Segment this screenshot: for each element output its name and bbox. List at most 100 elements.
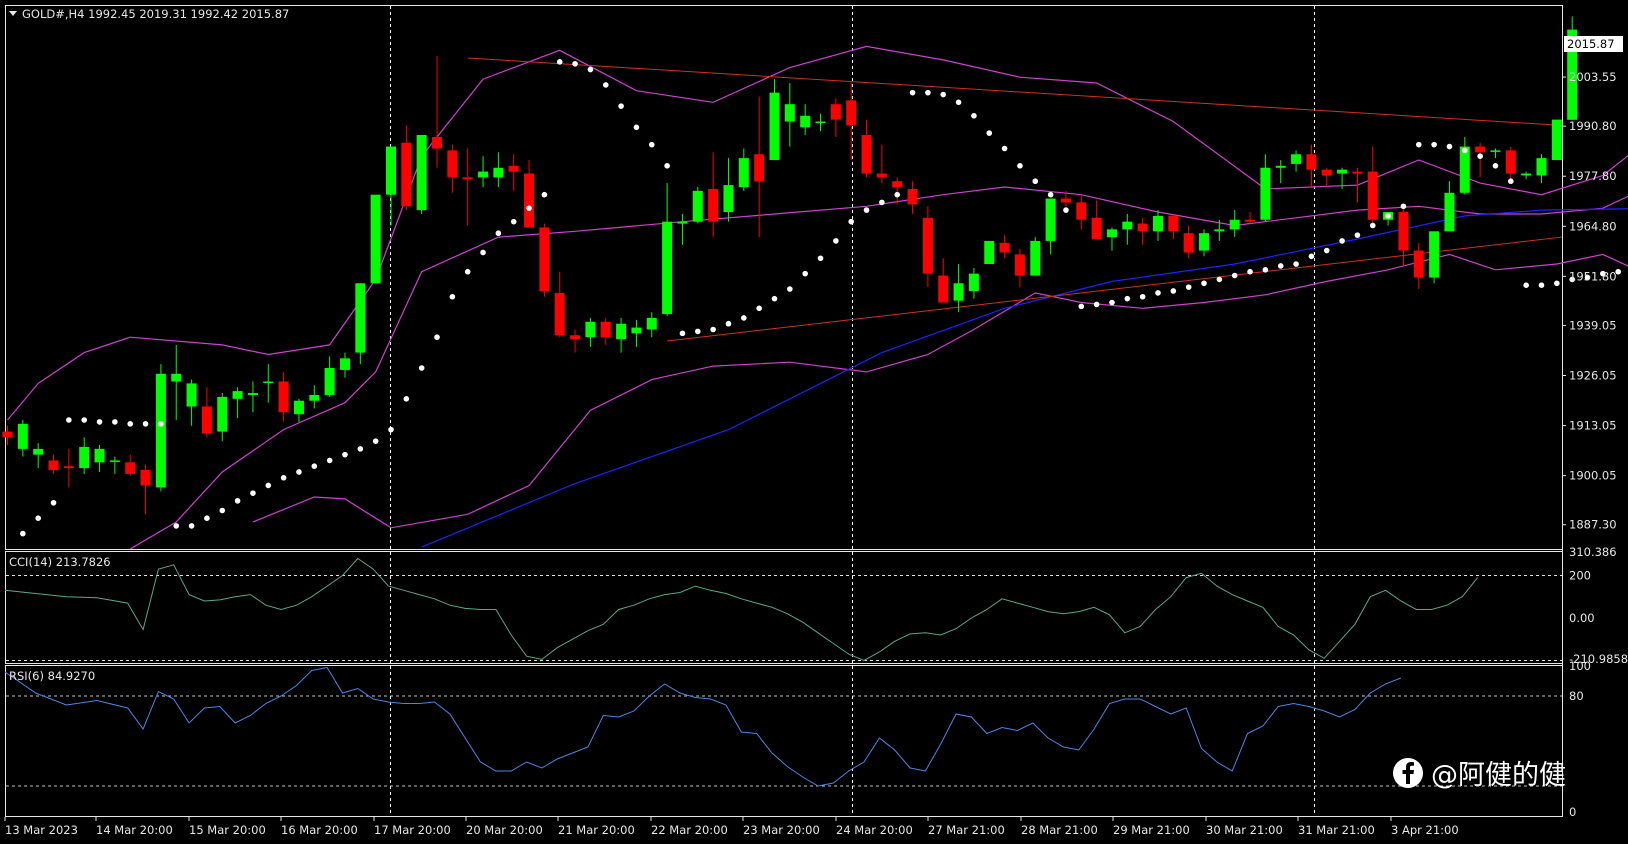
sar-dot — [1385, 213, 1391, 219]
sar-dot — [971, 112, 977, 119]
sar-dot — [1124, 295, 1131, 302]
time-label: 17 Mar 20:00 — [374, 823, 451, 837]
candle-body — [1306, 154, 1317, 170]
sar-dot — [1017, 163, 1023, 169]
candle-body — [646, 317, 657, 330]
candle-body — [247, 393, 258, 395]
candle-body — [784, 104, 795, 122]
candle-body — [1122, 221, 1133, 230]
candle-body — [1076, 202, 1087, 220]
sar-dot — [1001, 145, 1008, 152]
sar-dot — [695, 328, 701, 335]
candle-body — [1060, 198, 1071, 203]
time-label: 15 Mar 20:00 — [189, 823, 266, 837]
sar-dot — [326, 457, 333, 464]
sar-dot — [863, 207, 870, 213]
sar-dot — [280, 474, 287, 481]
candle-body — [217, 396, 228, 432]
sar-dot — [1231, 272, 1238, 279]
candle-body — [186, 383, 197, 407]
candle-body — [1321, 169, 1332, 176]
candle-body — [1091, 217, 1102, 239]
candle-body — [1260, 167, 1271, 220]
time-label: 24 Mar 20:00 — [836, 823, 913, 837]
sar-dot — [1492, 163, 1499, 169]
time-label: 14 Mar 20:00 — [96, 823, 173, 837]
sar-dot — [1462, 147, 1468, 154]
candle-body — [1367, 171, 1378, 220]
candle-body — [861, 135, 872, 174]
sar-dot — [1277, 263, 1284, 269]
sar-dot — [1431, 141, 1437, 148]
sar-dot — [1262, 266, 1269, 273]
sar-dot — [403, 396, 410, 402]
candle-body — [738, 158, 749, 187]
sar-dot — [572, 60, 578, 67]
candle-body — [1199, 233, 1210, 251]
candle-body — [830, 104, 841, 120]
candle-body — [800, 115, 811, 128]
candle-body — [339, 358, 350, 370]
candle-body — [754, 154, 765, 182]
main-chart-title: GOLD#,H4 1992.45 2019.31 1992.42 2015.87 — [22, 7, 289, 21]
sar-dot — [602, 82, 609, 88]
sar-dot — [296, 469, 302, 475]
sar-dot — [1369, 222, 1376, 229]
candle-body — [938, 275, 949, 303]
price-tick-label: 1939.05 — [1569, 318, 1617, 332]
sar-dot — [986, 130, 993, 136]
trading-chart[interactable]: 2003.55 1990.80 1977.80 1964.80 1951.80 1939.… — [0, 0, 1628, 844]
sar-dot — [96, 419, 103, 425]
sar-dot — [771, 295, 778, 302]
rsi-tick-label: 100 — [1569, 659, 1591, 673]
sar-dot — [418, 365, 425, 371]
price-tick-label: 1964.80 — [1569, 219, 1617, 233]
time-label: 3 Apr 21:00 — [1391, 823, 1459, 837]
sar-dot — [112, 419, 118, 425]
sar-dot — [817, 255, 824, 262]
sar-dot — [265, 482, 272, 489]
sar-dot — [1170, 288, 1177, 294]
candle-body — [416, 135, 427, 211]
sar-dot — [495, 230, 502, 237]
candle-body — [2, 431, 13, 438]
candle-body — [508, 165, 519, 172]
candle-body — [539, 227, 550, 291]
sar-dot — [787, 286, 793, 292]
candle-body — [1045, 198, 1056, 241]
sar-dot — [556, 59, 563, 65]
sar-dot — [372, 438, 379, 444]
candle-body — [524, 173, 535, 228]
candle-body — [677, 221, 688, 224]
sar-dot — [710, 326, 716, 333]
sar-dot — [81, 417, 87, 423]
time-label: 31 Mar 21:00 — [1298, 823, 1375, 837]
sar-dot — [35, 515, 41, 521]
sar-dot — [725, 320, 732, 327]
sar-dot — [127, 421, 134, 427]
sar-dot — [480, 249, 486, 256]
candle-body — [1398, 212, 1409, 251]
sar-dot — [848, 218, 854, 225]
sar-dot — [510, 218, 517, 225]
sar-dot — [20, 530, 26, 537]
sar-dot — [1415, 141, 1422, 148]
candle-body — [401, 142, 412, 207]
candle-body — [692, 190, 703, 222]
candle-body — [478, 171, 489, 178]
candle-body — [33, 448, 44, 455]
candle-body — [1337, 169, 1348, 174]
sar-dot — [1185, 284, 1192, 290]
sar-dot — [311, 463, 318, 470]
candle-body — [355, 283, 366, 353]
candle-body — [1291, 154, 1302, 164]
candle-body — [462, 177, 473, 180]
cci-tick-label: 0.00 — [1569, 611, 1595, 625]
candle-body — [708, 188, 719, 222]
sar-dot — [1523, 282, 1529, 289]
sar-dot — [1247, 268, 1253, 275]
sar-dot — [925, 89, 931, 96]
watermark-text: @阿健的健 — [1431, 760, 1566, 791]
candle-body — [1490, 150, 1501, 152]
candle-body — [171, 373, 182, 382]
